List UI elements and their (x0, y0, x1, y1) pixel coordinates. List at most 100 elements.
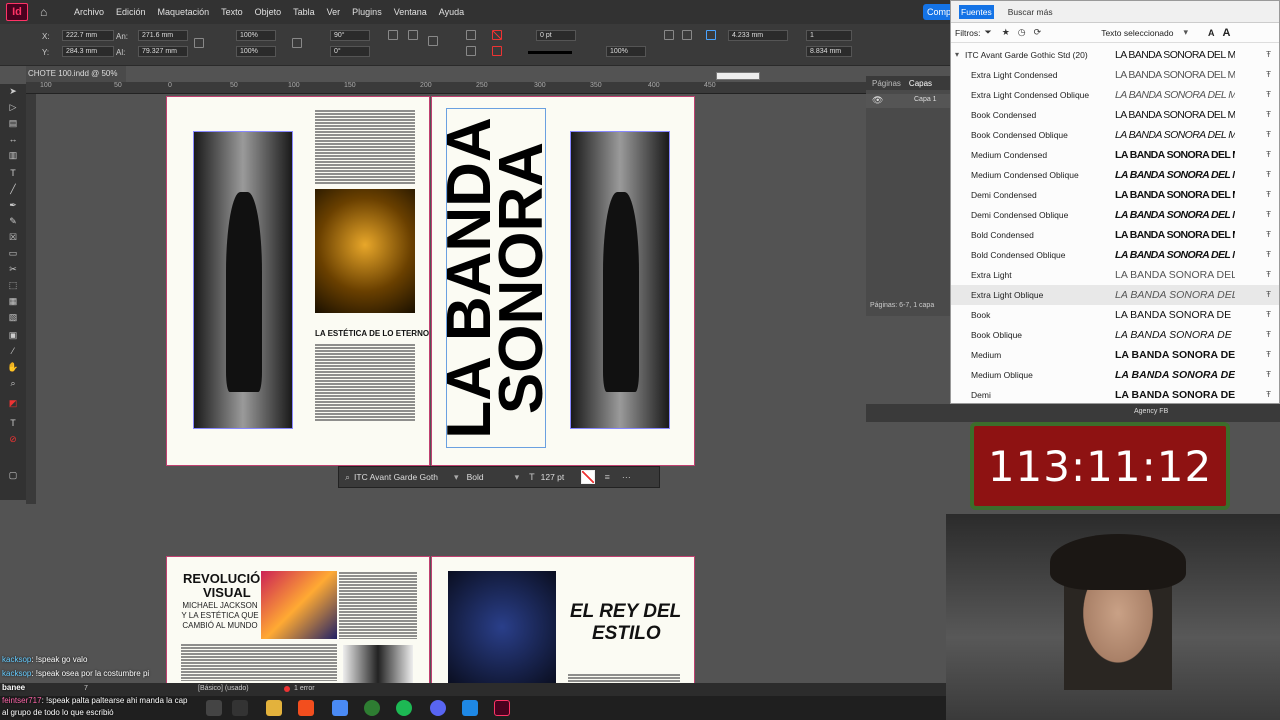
font-list-item[interactable]: Demi Condensed Oblique LA BANDA SONORA DE… (951, 205, 1279, 225)
height-field[interactable]: 79.327 mm (138, 46, 188, 57)
preview-mode-select[interactable]: Texto seleccionado (1101, 28, 1173, 38)
page-tool-icon[interactable]: ▤ (7, 118, 19, 128)
opacity-field[interactable]: 100% (606, 46, 646, 57)
store-icon[interactable] (332, 700, 348, 716)
mj-photo-left[interactable] (193, 131, 293, 429)
font-family-row[interactable]: ▾ ITC Avant Garde Gothic Std (20) LA BAN… (951, 45, 1279, 65)
font-list-item[interactable]: Bold Condensed LA BANDA SONORA DEL MU Ŧ (951, 225, 1279, 245)
gradient-tool-icon[interactable]: ▦ (7, 296, 19, 306)
y-field[interactable]: 284.3 mm (62, 46, 114, 57)
line-tool-icon[interactable]: ╱ (7, 184, 19, 194)
text-frame-options-icon[interactable] (706, 30, 716, 40)
selection-content-icon[interactable] (466, 46, 476, 56)
chevron-down-icon[interactable]: ▾ (955, 50, 959, 59)
width-field[interactable]: 271.6 mm (138, 30, 188, 41)
recent-clock-icon[interactable]: ◷ (1018, 27, 1026, 38)
font-list-item[interactable]: Medium Condensed Oblique LA BANDA SONORA … (951, 165, 1279, 185)
rotation-field[interactable]: 90° (330, 30, 370, 41)
fill-stroke-icon[interactable]: ◩ (7, 398, 19, 408)
stroke-weight-field[interactable]: 0 pt (536, 30, 576, 41)
menu-ventana[interactable]: Ventana (394, 7, 427, 17)
font-list-item[interactable]: Medium Condensed LA BANDA SONORA DEL MUN Ŧ (951, 145, 1279, 165)
document-tab[interactable]: CHOTE 100.indd @ 50% × (26, 66, 126, 94)
task-view-icon[interactable] (232, 700, 248, 716)
stroke-style-swatch[interactable] (528, 51, 572, 54)
layer-row[interactable]: 👁 Capa 1 (866, 94, 950, 108)
preflight-profile[interactable]: [Básico] (usado) (198, 685, 249, 692)
tab-paginas[interactable]: Páginas (872, 79, 901, 88)
scale-x-field[interactable]: 100% (236, 30, 276, 41)
apply-none-icon[interactable]: ⊘ (7, 434, 19, 444)
indesign-taskbar-icon[interactable] (494, 700, 510, 716)
rectangle-tool-icon[interactable]: ▭ (7, 248, 19, 258)
screen-mode-icon[interactable]: ▢ (7, 470, 19, 480)
font-family-field[interactable]: ITC Avant Garde Goth (354, 472, 454, 482)
layer-name[interactable]: Capa 1 (914, 96, 937, 103)
x-field[interactable]: 222.7 mm (62, 30, 114, 41)
similar-icon[interactable]: ⟳ (1034, 27, 1042, 38)
menu-tabla[interactable]: Tabla (293, 7, 315, 17)
vertical-title-text[interactable]: LA BANDA SONORA (435, 117, 556, 438)
rotate-ccw-icon[interactable] (408, 30, 418, 40)
gap-tool-icon[interactable]: ↔ (7, 134, 19, 144)
font-list-item[interactable]: Book Condensed Oblique LA BANDA SONORA DE… (951, 125, 1279, 145)
font-list-item[interactable]: Demi LA BANDA SONORA DE Ŧ (951, 385, 1279, 405)
menu-ayuda[interactable]: Ayuda (439, 7, 464, 17)
page-6[interactable]: LA ESTÉTICA DE LO ETERNO (166, 96, 430, 466)
agency-font-field[interactable]: Agency FB (1134, 408, 1168, 415)
rey-heading-line2[interactable]: ESTILO (592, 623, 661, 645)
font-list-item[interactable]: Medium LA BANDA SONORA DEI Ŧ (951, 345, 1279, 365)
menu-edicion[interactable]: Edición (116, 7, 146, 17)
revolucion-subheading[interactable]: MICHAEL JACKSON Y LA ESTÉTICA QUE CAMBIÓ… (181, 601, 259, 631)
eyedropper-tool-icon[interactable]: ⁄ (7, 346, 19, 356)
mj-portrait-small[interactable] (343, 645, 413, 683)
reference-point-icon[interactable] (428, 36, 438, 46)
vertical-title-frame[interactable]: LA BANDA SONORA (435, 108, 556, 448)
revolucion-heading-line2[interactable]: VISUAL (203, 585, 251, 600)
page-number-field[interactable]: 7 (84, 685, 88, 692)
tab-buscar-mas[interactable]: Buscar más (1008, 7, 1053, 17)
menu-ver[interactable]: Ver (327, 7, 341, 17)
pencil-tool-icon[interactable]: ✎ (7, 216, 19, 226)
page-8[interactable]: REVOLUCIÓN VISUAL MICHAEL JACKSON Y LA E… (166, 556, 430, 684)
vscode-icon[interactable] (462, 700, 478, 716)
type-tool-icon[interactable]: T (7, 168, 19, 178)
formatting-affects-text-icon[interactable]: T (7, 418, 19, 428)
preflight-errors[interactable]: 1 error (294, 685, 315, 692)
font-list-item[interactable]: Medium Oblique LA BANDA SONORA DEI Ŧ (951, 365, 1279, 385)
font-list-item[interactable]: Bold Condensed Oblique LA BANDA SONORA DE… (951, 245, 1279, 265)
more-options-icon[interactable]: ⋯ (622, 472, 631, 483)
zoom-tool-icon[interactable]: ⌕ (7, 378, 19, 388)
menu-maquetacion[interactable]: Maquetación (158, 7, 210, 17)
chevron-down-icon[interactable]: ▾ (454, 472, 459, 483)
search-icon[interactable] (206, 700, 222, 716)
home-icon[interactable]: ⌂ (40, 5, 54, 19)
file-explorer-icon[interactable] (266, 700, 282, 716)
vertical-ruler[interactable] (26, 94, 36, 504)
gap-field[interactable]: 4.233 mm (728, 30, 788, 41)
gradient-feather-tool-icon[interactable]: ▧ (7, 312, 19, 322)
note-tool-icon[interactable]: ▣ (7, 330, 19, 340)
direct-selection-tool-icon[interactable]: ▷ (7, 102, 19, 112)
shear-field[interactable]: 0° (330, 46, 370, 57)
rectangle-frame-tool-icon[interactable]: ☒ (7, 232, 19, 242)
font-size-field[interactable]: 127 pt (541, 472, 575, 482)
compartir-button[interactable]: Comp (923, 4, 951, 20)
body-text-right-column[interactable] (339, 571, 417, 639)
mj-gold-photo[interactable] (315, 189, 415, 313)
scissors-tool-icon[interactable]: ✂ (7, 264, 19, 274)
paragraph-align-icon[interactable]: ≡ (605, 472, 610, 482)
columns-field[interactable]: 1 (806, 30, 852, 41)
body-text-top[interactable] (315, 109, 415, 185)
menu-plugins[interactable]: Plugins (352, 7, 382, 17)
obs-icon[interactable] (364, 700, 380, 716)
font-list-item[interactable]: Book LA BANDA SONORA DE Ŧ (951, 305, 1279, 325)
rotate-cw-icon[interactable] (388, 30, 398, 40)
font-list-item[interactable]: Demi Condensed LA BANDA SONORA DEL MU Ŧ (951, 185, 1279, 205)
font-style-field[interactable]: Bold (467, 472, 515, 482)
eye-icon[interactable]: 👁 (872, 95, 883, 106)
stroke-icon[interactable] (492, 46, 502, 56)
constrain-proportions-icon[interactable] (194, 38, 204, 48)
mj-blue-photo[interactable] (448, 571, 556, 683)
revolucion-heading-line1[interactable]: REVOLUCIÓN (183, 571, 270, 586)
